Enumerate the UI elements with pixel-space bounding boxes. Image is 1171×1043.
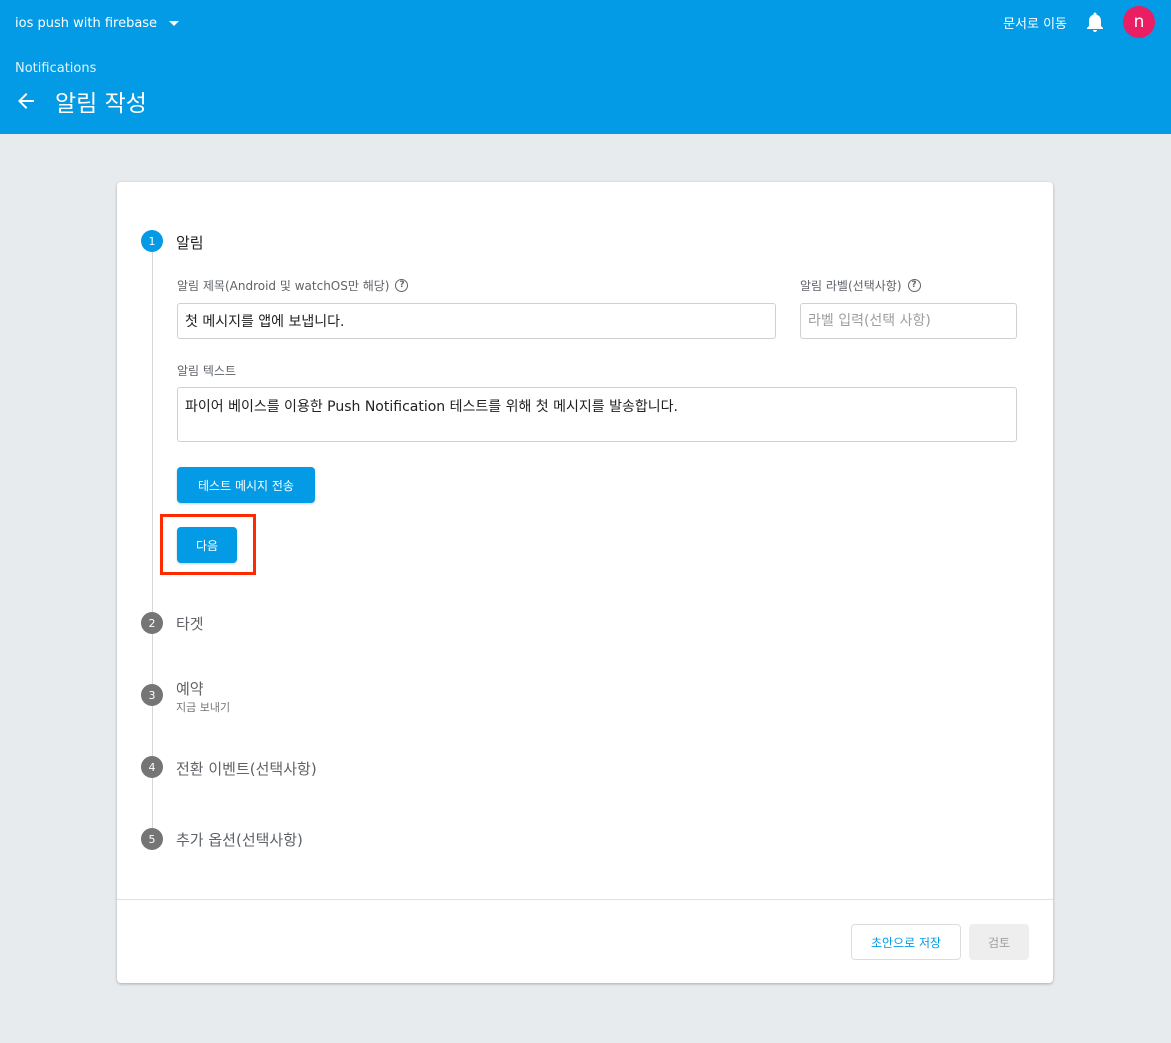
notification-title-label: 알림 제목(Android 및 watchOS만 해당) ? — [177, 277, 409, 294]
help-icon[interactable]: ? — [907, 279, 921, 292]
notification-label-input[interactable] — [800, 303, 1017, 339]
docs-link[interactable]: 문서로 이동 — [1003, 13, 1067, 32]
breadcrumb[interactable]: Notifications — [15, 61, 96, 76]
step-3-number[interactable]: 3 — [141, 684, 163, 706]
notification-text-input[interactable]: 파이어 베이스를 이용한 Push Notification 테스트를 위해 첫… — [177, 387, 1017, 442]
step-5-number[interactable]: 5 — [141, 828, 163, 850]
step-2-number[interactable]: 2 — [141, 612, 163, 634]
step-4-label[interactable]: 전환 이벤트(선택사항) — [176, 758, 317, 779]
review-button[interactable]: 검토 — [969, 924, 1029, 960]
project-name: ios push with firebase — [15, 15, 158, 31]
page-title-row: 알림 작성 — [15, 84, 147, 118]
header-actions: 문서로 이동 n — [1003, 6, 1155, 38]
notification-text-label: 알림 텍스트 — [177, 364, 237, 378]
step-1-label[interactable]: 알림 — [176, 232, 204, 253]
step-4-number[interactable]: 4 — [141, 756, 163, 778]
notification-title-input[interactable] — [177, 303, 776, 339]
notification-label-label: 알림 라벨(선택사항) ? — [800, 277, 921, 294]
save-draft-button[interactable]: 초안으로 저장 — [851, 924, 961, 960]
stepper-line — [152, 634, 153, 684]
bell-icon[interactable] — [1085, 12, 1105, 32]
step-3-label[interactable]: 예약 — [176, 678, 204, 699]
step-3-summary: 지금 보내기 — [176, 701, 231, 714]
caret-down-icon — [169, 20, 180, 26]
step-5-label[interactable]: 추가 옵션(선택사항) — [176, 829, 303, 850]
project-selector[interactable]: ios push with firebase — [15, 13, 180, 33]
next-button[interactable]: 다음 — [177, 527, 237, 563]
stepper-line — [152, 778, 153, 828]
stepper-line — [152, 252, 153, 612]
help-icon[interactable]: ? — [395, 279, 409, 292]
footer-divider — [117, 899, 1053, 900]
send-test-message-button[interactable]: 테스트 메시지 전송 — [177, 467, 315, 503]
page-title: 알림 작성 — [55, 91, 147, 117]
avatar[interactable]: n — [1123, 6, 1155, 38]
stepper-line — [152, 706, 153, 756]
app-header: ios push with firebase 문서로 이동 n Notifica… — [0, 0, 1171, 134]
arrow-left-icon[interactable] — [15, 90, 37, 112]
step-1-number[interactable]: 1 — [141, 230, 163, 252]
step-2-label[interactable]: 타겟 — [176, 613, 204, 634]
